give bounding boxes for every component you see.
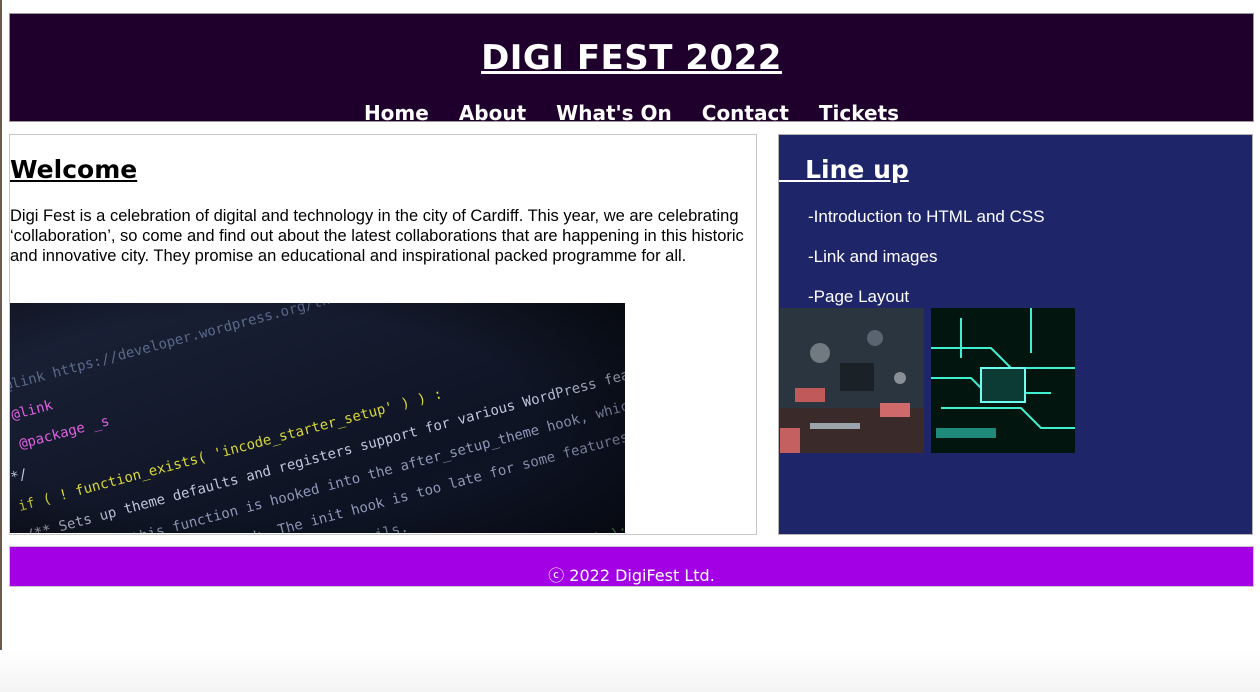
lineup-sidebar: Line up -Introduction to HTML and CSS -L… <box>778 134 1253 535</box>
site-title: DIGI FEST 2022 <box>481 38 782 78</box>
copyright-text: ⓒ 2022 DigiFest Ltd. <box>548 566 715 585</box>
window-edge <box>0 0 2 692</box>
nav-about[interactable]: About <box>459 101 526 125</box>
nav-contact[interactable]: Contact <box>702 101 789 125</box>
nav-home[interactable]: Home <box>364 101 429 125</box>
welcome-paragraph: Digi Fest is a celebration of digital an… <box>10 207 744 265</box>
circuit-board-image <box>780 308 924 453</box>
lineup-item: -Link and images <box>808 247 938 266</box>
lineup-item: -Page Layout <box>808 287 910 306</box>
lineup-heading: Line up <box>779 155 909 184</box>
neon-circuit-image <box>931 308 1075 453</box>
code-screenshot-image: 1 * @link https://developer.wordpress.or… <box>10 303 625 533</box>
page-bottom <box>0 650 1260 692</box>
welcome-heading: Welcome <box>10 155 138 184</box>
site-footer: ⓒ 2022 DigiFest Ltd. <box>9 546 1254 587</box>
nav-tickets[interactable]: Tickets <box>819 101 899 125</box>
nav-whats-on[interactable]: What's On <box>556 101 672 125</box>
welcome-section: Welcome Digi Fest is a celebration of di… <box>9 134 757 535</box>
site-header: DIGI FEST 2022 Home About What's On Cont… <box>9 13 1254 125</box>
lineup-item: -Introduction to HTML and CSS <box>808 207 1045 226</box>
main-nav: Home About What's On Contact Tickets <box>10 101 1253 125</box>
